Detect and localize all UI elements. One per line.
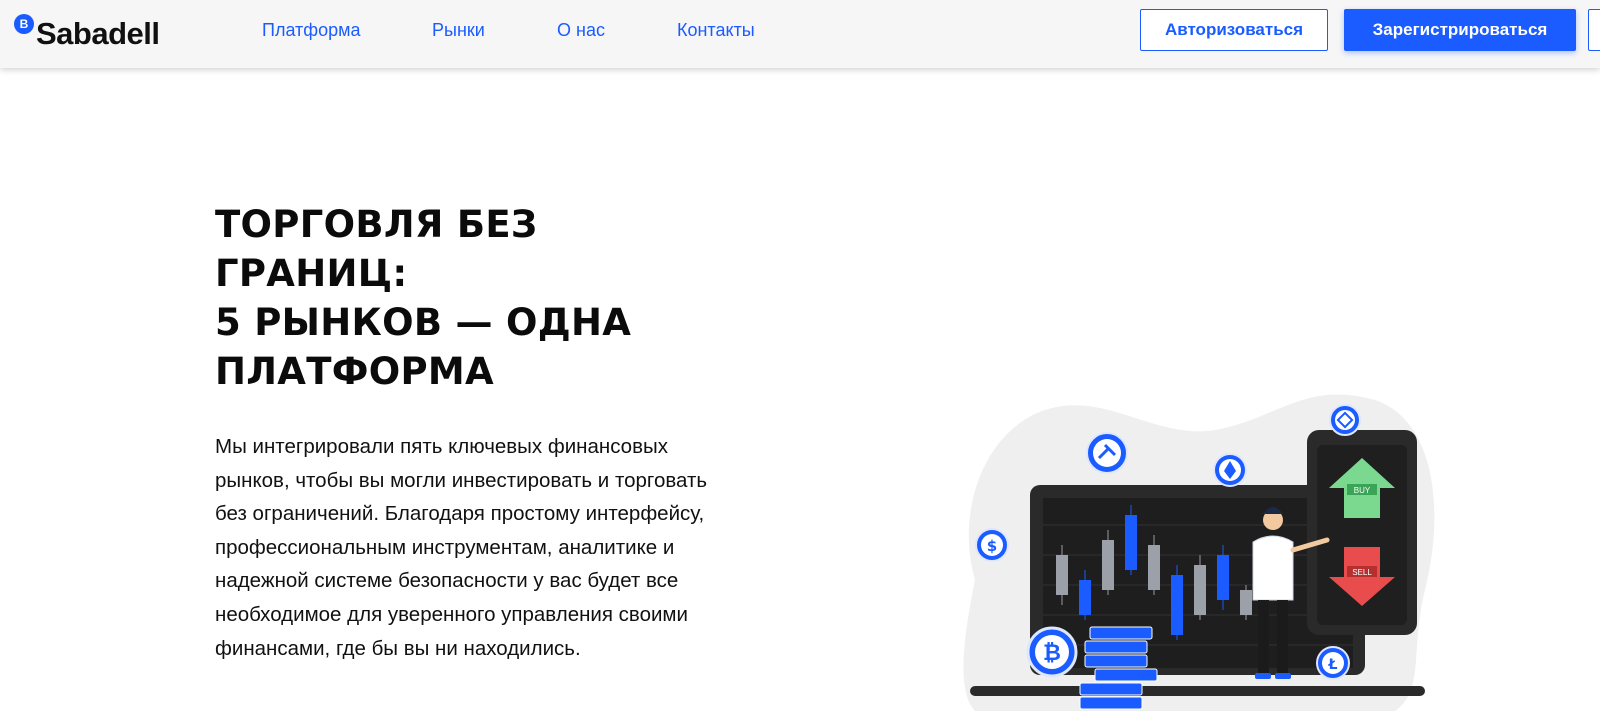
nav-link-about[interactable]: О нас — [557, 20, 605, 41]
svg-text:₿: ₿ — [1043, 641, 1061, 666]
hero-title-line: ТОРГОВЛЯ БЕЗ — [215, 203, 538, 246]
ethereum-coin-icon — [1213, 453, 1247, 487]
hero-title-line: ГРАНИЦ: — [215, 252, 408, 295]
hero-title-line: ПЛАТФОРМА — [215, 350, 494, 393]
bitcoin-coin-icon: ₿ — [1026, 626, 1078, 678]
nav-link-markets[interactable]: Рынки — [432, 20, 485, 41]
register-button[interactable]: Зарегистрироваться — [1344, 9, 1576, 51]
logo-badge-icon: B — [14, 14, 34, 34]
nav-link-platform[interactable]: Платформа — [262, 20, 361, 41]
top-navbar: B Sabadell Платформа Рынки О нас Контакт… — [0, 0, 1600, 68]
sell-label: SELL — [1352, 568, 1372, 577]
language-button[interactable] — [1588, 9, 1600, 51]
nav-link-contacts[interactable]: Контакты — [677, 20, 755, 41]
login-button[interactable]: Авторизоваться — [1140, 9, 1328, 51]
binance-coin-icon — [1329, 404, 1361, 436]
hero-description: Мы интегрировали пять ключевых финансовы… — [215, 435, 708, 660]
svg-text:Ł: Ł — [1328, 657, 1338, 673]
litecoin-coin-icon: Ł — [1316, 646, 1350, 680]
logo-text: Sabadell — [36, 16, 160, 51]
laptop-base — [970, 686, 1425, 696]
hero-title-line: 5 РЫНКОВ — ОДНА — [215, 301, 632, 344]
svg-text:$: $ — [987, 537, 997, 555]
buy-label: BUY — [1354, 486, 1371, 495]
trading-illustration: BUY SELL ₿ Ł $ — [963, 394, 1435, 711]
dollar-coin-icon: $ — [975, 528, 1009, 562]
hero-title: ТОРГОВЛЯ БЕЗ ГРАНИЦ: 5 РЫНКОВ — ОДНА ПЛА… — [215, 200, 735, 396]
sabadell-logo[interactable]: B Sabadell — [14, 14, 184, 51]
hammer-coin-icon — [1086, 432, 1128, 474]
